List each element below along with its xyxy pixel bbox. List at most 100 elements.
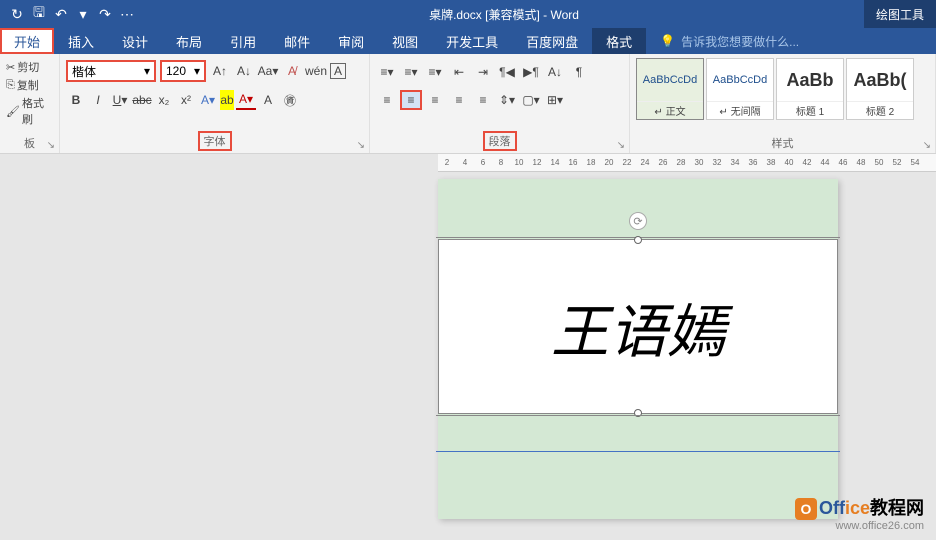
document-page[interactable]: ⟳ 王语嫣 (438, 179, 838, 519)
tab-view[interactable]: 视图 (378, 28, 432, 54)
ruler-mark: 46 (834, 158, 852, 167)
refresh-icon[interactable]: ↻ (8, 5, 26, 23)
chevron-down-icon: ▾ (144, 64, 150, 78)
title-bar: ↻ 🖫 ↶ ▾ ↷ ⋯ 桌牌.docx [兼容模式] - Word 绘图工具 (0, 0, 936, 28)
bullets-button[interactable]: ≡▾ (376, 62, 398, 82)
rtl-button[interactable]: ▶¶ (520, 62, 542, 82)
horizontal-ruler[interactable]: 2 4 6 8 10 12 14 16 18 20 22 24 26 28 30… (438, 154, 936, 172)
char-shading-button[interactable]: A (258, 90, 278, 110)
paragraph-launcher-icon[interactable]: ↘ (617, 140, 625, 151)
font-name-combo[interactable]: 楷体 ▾ (66, 60, 156, 82)
style-name: ↵ 无间隔 (707, 101, 773, 119)
enclose-char-button[interactable]: ㊮ (280, 90, 300, 110)
highlight-button[interactable]: ab (220, 90, 234, 110)
char-border-button[interactable]: A (330, 63, 346, 79)
format-painter-button[interactable]: 🖌格式刷 (6, 94, 53, 128)
superscript-button[interactable]: x² (176, 90, 196, 110)
watermark-brand: OOffice教程网 (795, 494, 924, 520)
tab-mail[interactable]: 邮件 (270, 28, 324, 54)
style-name: 标题 1 (777, 101, 843, 119)
filename: 桌牌.docx (429, 8, 482, 22)
line-spacing-button[interactable]: ⇕▾ (496, 90, 518, 110)
style-no-spacing[interactable]: AaBbCcDd ↵ 无间隔 (706, 58, 774, 120)
phonetic-button[interactable]: wén (306, 61, 326, 81)
underline-button[interactable]: U▾ (110, 90, 130, 110)
numbering-button[interactable]: ≡▾ (400, 62, 422, 82)
ruler-mark: 6 (474, 158, 492, 167)
borders-button[interactable]: ⊞▾ (544, 90, 566, 110)
ruler-mark: 20 (600, 158, 618, 167)
italic-button[interactable]: I (88, 90, 108, 110)
tab-insert[interactable]: 插入 (54, 28, 108, 54)
clear-format-button[interactable]: A̸ (282, 61, 302, 81)
ruler-mark: 22 (618, 158, 636, 167)
tab-dev[interactable]: 开发工具 (432, 28, 512, 54)
ruler-mark: 52 (888, 158, 906, 167)
resize-handle[interactable] (634, 236, 642, 244)
clipboard-launcher-icon[interactable]: ↘ (47, 140, 55, 151)
align-left-button[interactable]: ≡ (376, 90, 398, 110)
change-case-button[interactable]: Aa▾ (258, 61, 278, 81)
ruler-mark: 34 (726, 158, 744, 167)
align-center-button[interactable]: ≡ (400, 90, 422, 110)
copy-button[interactable]: ⎘复制 (6, 76, 53, 94)
ribbon: ✂剪切 ⎘复制 🖌格式刷 板 ↘ 楷体 ▾ 120 ▾ A↑ A↓ Aa▾ A̸… (0, 54, 936, 154)
styles-label: 样式 (772, 135, 794, 151)
tab-references[interactable]: 引用 (216, 28, 270, 54)
compat-mode: [兼容模式] (485, 8, 540, 22)
ruler-mark: 16 (564, 158, 582, 167)
distribute-button[interactable]: ≡ (472, 90, 494, 110)
align-right-button[interactable]: ≡ (424, 90, 446, 110)
scissors-icon: ✂ (6, 61, 15, 74)
ruler-mark: 32 (708, 158, 726, 167)
bold-button[interactable]: B (66, 90, 86, 110)
tab-layout[interactable]: 布局 (162, 28, 216, 54)
tab-design[interactable]: 设计 (108, 28, 162, 54)
increase-indent-button[interactable]: ⇥ (472, 62, 494, 82)
text-content[interactable]: 王语嫣 (551, 285, 725, 369)
ruler-mark: 44 (816, 158, 834, 167)
undo-icon[interactable]: ↶ (52, 5, 70, 23)
save-icon[interactable]: 🖫 (30, 5, 48, 23)
multilevel-button[interactable]: ≡▾ (424, 62, 446, 82)
sort-button[interactable]: A↓ (544, 62, 566, 82)
tab-format[interactable]: 格式 (592, 28, 646, 54)
ribbon-tabs: 开始 插入 设计 布局 引用 邮件 审阅 视图 开发工具 百度网盘 格式 💡 告… (0, 28, 936, 54)
cut-button[interactable]: ✂剪切 (6, 58, 53, 76)
font-launcher-icon[interactable]: ↘ (357, 140, 365, 151)
font-label: 字体 (198, 131, 232, 151)
more-icon[interactable]: ⋯ (118, 5, 136, 23)
ruler-mark: 2 (438, 158, 456, 167)
document-area: 2 4 6 8 10 12 14 16 18 20 22 24 26 28 30… (0, 154, 936, 540)
quick-access-toolbar: ↻ 🖫 ↶ ▾ ↷ ⋯ (0, 5, 144, 23)
tab-baidu[interactable]: 百度网盘 (512, 28, 592, 54)
font-color-button[interactable]: A▾ (236, 90, 256, 110)
styles-group: AaBbCcDd ↵ 正文 AaBbCcDd ↵ 无间隔 AaBb 标题 1 A… (630, 54, 936, 153)
redo-icon[interactable]: ↷ (96, 5, 114, 23)
show-marks-button[interactable]: ¶ (568, 62, 590, 82)
ltr-button[interactable]: ¶◀ (496, 62, 518, 82)
text-effects-button[interactable]: A▾ (198, 90, 218, 110)
font-group: 楷体 ▾ 120 ▾ A↑ A↓ Aa▾ A̸ wén A B I U▾ abc… (60, 54, 370, 153)
styles-launcher-icon[interactable]: ↘ (923, 140, 931, 151)
subscript-button[interactable]: x₂ (154, 90, 174, 110)
tab-review[interactable]: 审阅 (324, 28, 378, 54)
ruler-mark: 36 (744, 158, 762, 167)
rotate-handle-icon[interactable]: ⟳ (629, 212, 647, 230)
chevron-down-icon: ▾ (194, 64, 200, 78)
tab-start[interactable]: 开始 (0, 28, 54, 54)
tell-me-input[interactable]: 💡 告诉我您想要做什么... (646, 28, 936, 54)
decrease-indent-button[interactable]: ⇤ (448, 62, 470, 82)
style-heading2[interactable]: AaBb( 标题 2 (846, 58, 914, 120)
copy-icon: ⎘ (6, 79, 15, 92)
text-box[interactable]: ⟳ 王语嫣 (438, 239, 838, 414)
dropdown-icon[interactable]: ▾ (74, 5, 92, 23)
justify-button[interactable]: ≡ (448, 90, 470, 110)
style-normal[interactable]: AaBbCcDd ↵ 正文 (636, 58, 704, 120)
font-size-combo[interactable]: 120 ▾ (160, 60, 206, 82)
grow-font-button[interactable]: A↑ (210, 61, 230, 81)
strike-button[interactable]: abc (132, 90, 152, 110)
shrink-font-button[interactable]: A↓ (234, 61, 254, 81)
shading-button[interactable]: ▢▾ (520, 90, 542, 110)
style-heading1[interactable]: AaBb 标题 1 (776, 58, 844, 120)
